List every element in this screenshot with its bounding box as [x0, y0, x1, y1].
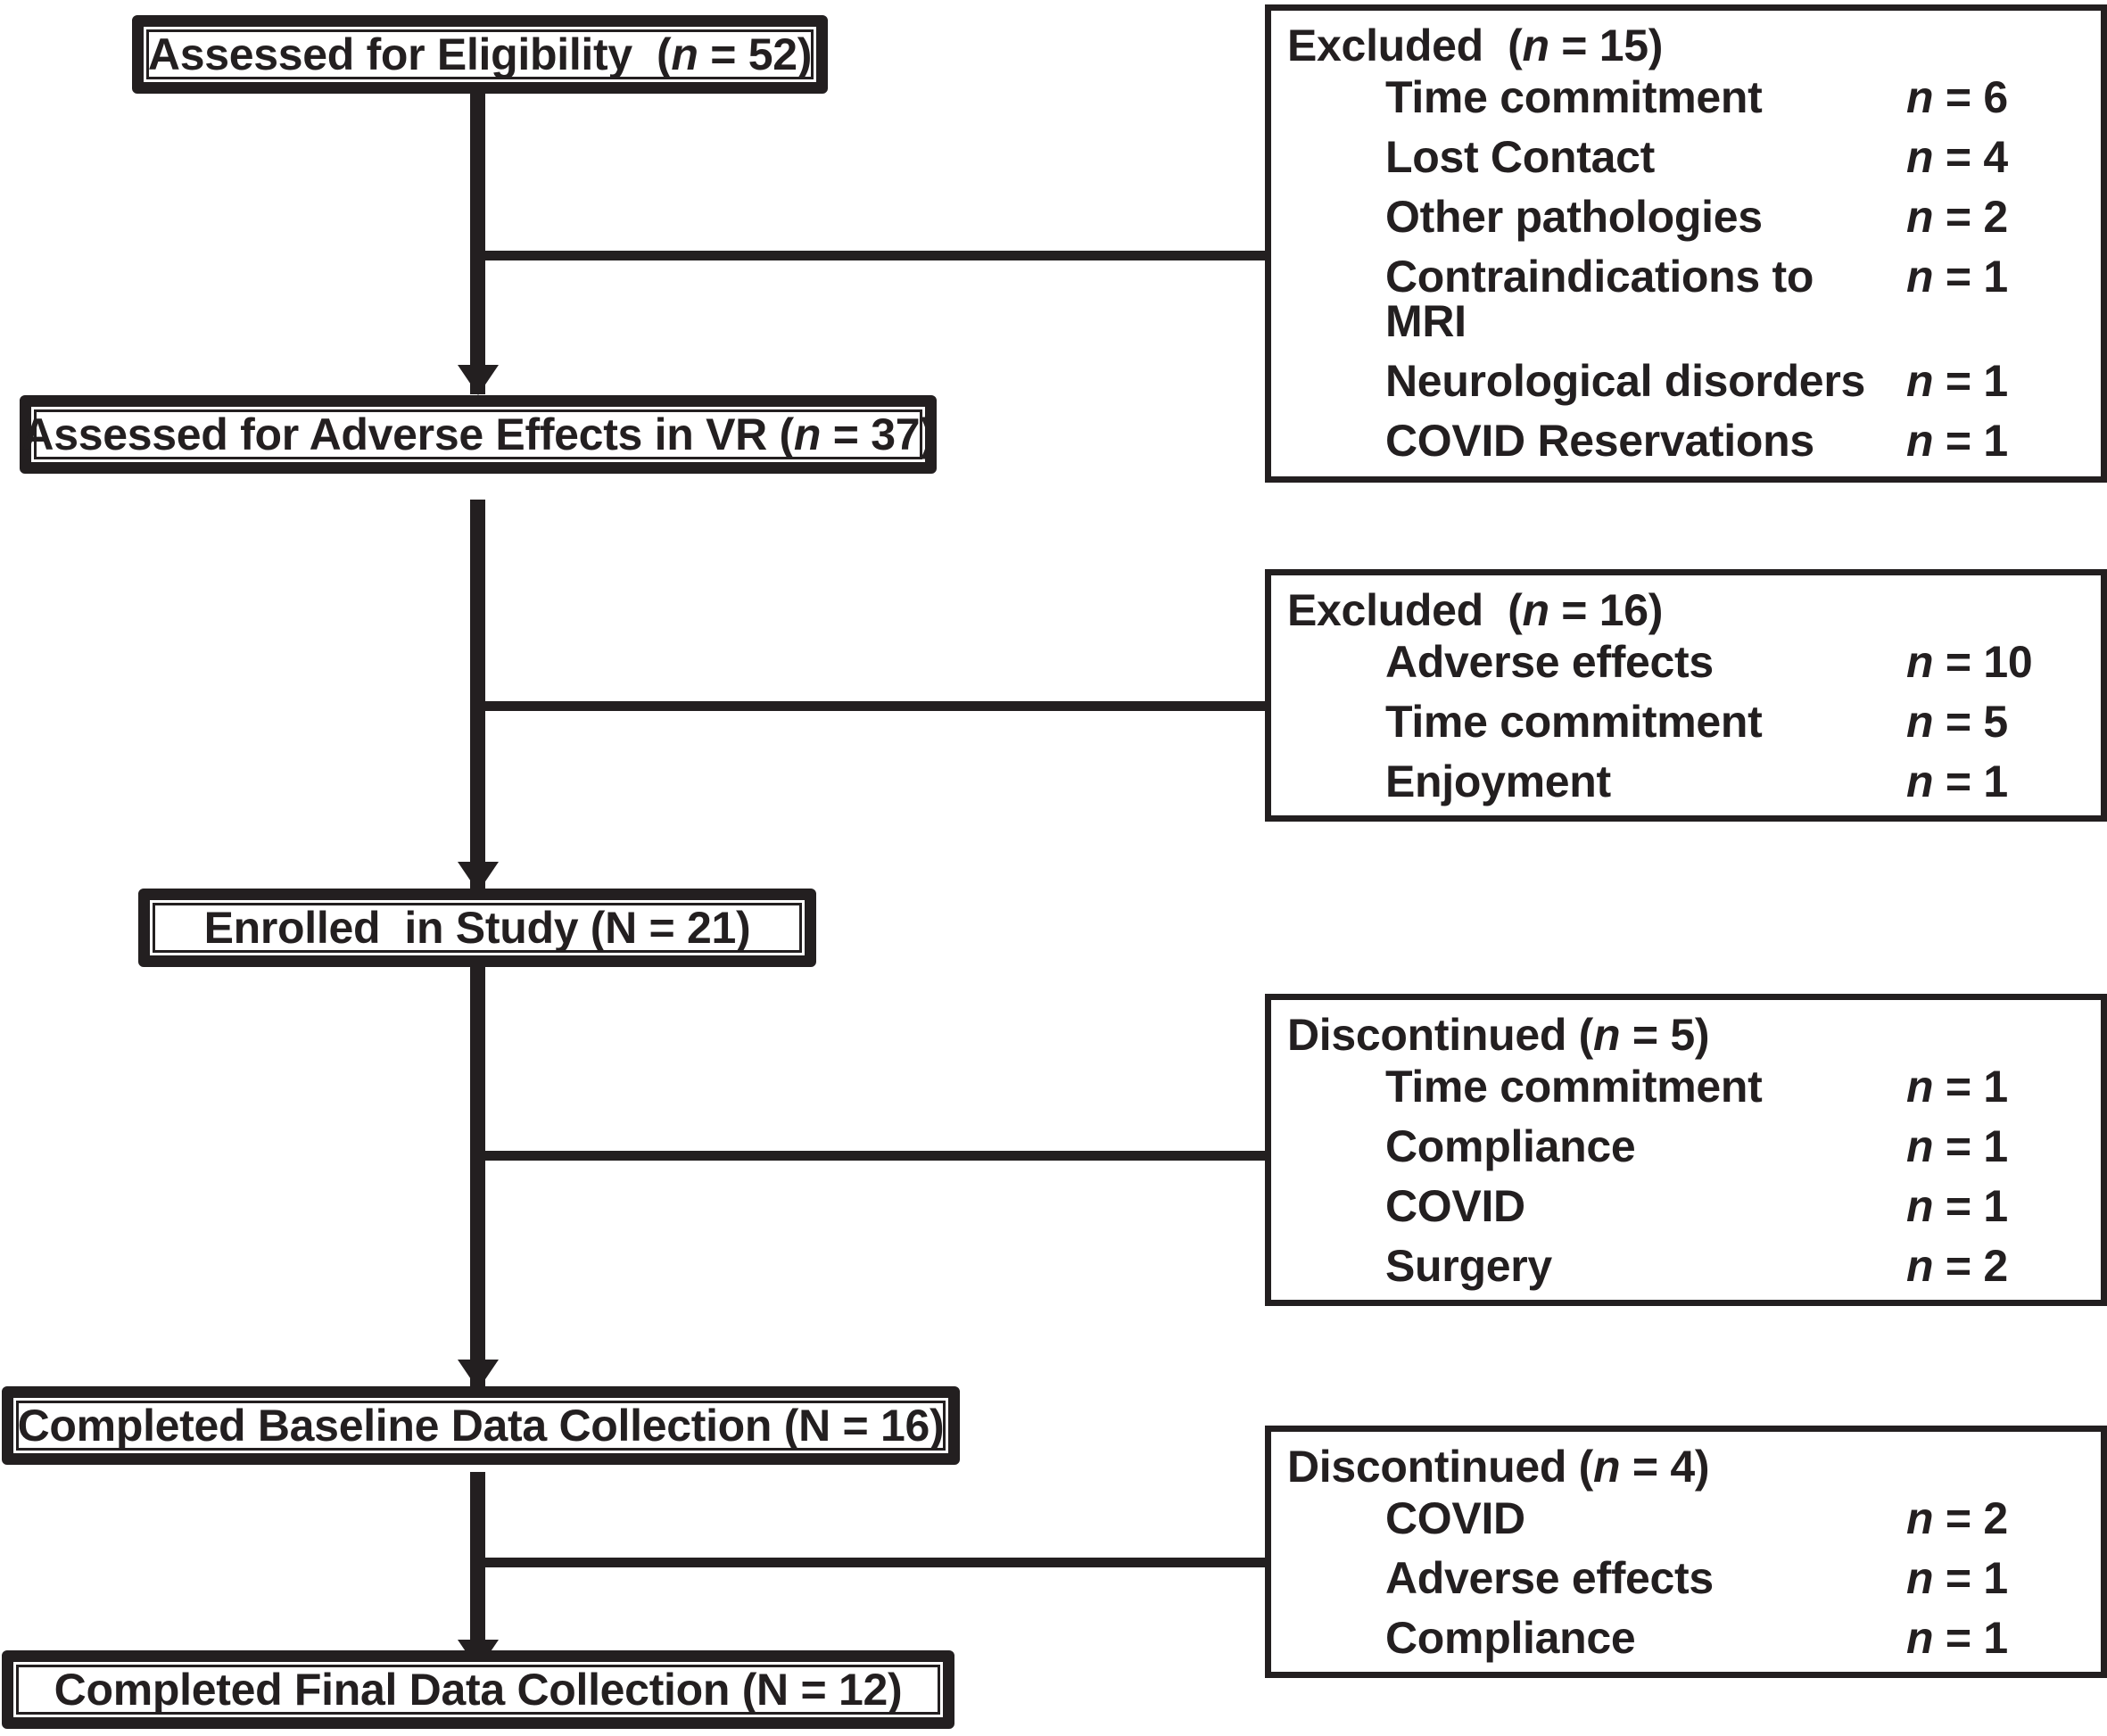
side-box-row: Time commitment n = 6: [1385, 75, 2076, 120]
flow-node-eligibility: Assessed for Eligibility (n = 52): [132, 15, 828, 94]
side-box-row: Time commitment n = 1: [1385, 1064, 2076, 1109]
flow-node-adverse-effects-vr: Assessed for Adverse Effects in VR (n = …: [20, 395, 937, 474]
flow-node-label: Completed Baseline Data Collection (N = …: [17, 1401, 945, 1451]
side-row-count: n = 2: [1906, 192, 2008, 242]
side-box-row: Adverse effects n = 10: [1385, 640, 2076, 684]
side-box-discontinued-4: Discontinued (n = 4) COVID n = 2 Adverse…: [1265, 1426, 2107, 1678]
arrowhead-2: [458, 862, 499, 892]
flow-node-label: Completed Final Data Collection (N = 12): [54, 1665, 903, 1715]
side-row-reason: Lost Contact: [1385, 132, 1655, 182]
side-box-row: Compliance n = 1: [1385, 1124, 2076, 1169]
side-box-heading: Excluded (n = 15): [1287, 21, 1664, 70]
side-row-count: n = 4: [1906, 132, 2008, 182]
side-row-count: n = 1: [1906, 1062, 2008, 1112]
side-row-reason: Adverse effects: [1385, 637, 1714, 687]
flow-node-label: Enrolled in Study (N = 21): [203, 903, 751, 953]
side-row-count: n = 1: [1906, 252, 2008, 302]
connector-branch-discontinued-5: [477, 1151, 1271, 1161]
side-row-reason: Enjoyment: [1385, 756, 1611, 806]
side-row-count: n = 2: [1906, 1241, 2008, 1291]
side-row-reason: Time commitment: [1385, 697, 1763, 747]
flow-node-final: Completed Final Data Collection (N = 12): [2, 1650, 954, 1729]
side-box-excluded-16: Excluded (n = 16) Adverse effects n = 10…: [1265, 569, 2107, 822]
side-box-rows: COVID n = 2 Adverse effects n = 1 Compli…: [1385, 1496, 2076, 1675]
arrowhead-1: [458, 365, 499, 395]
side-row-reason: Other pathologies: [1385, 192, 1763, 242]
flow-node-baseline: Completed Baseline Data Collection (N = …: [2, 1386, 960, 1465]
arrowhead-3: [458, 1360, 499, 1390]
side-row-count: n = 5: [1906, 697, 2008, 747]
side-box-rows: Time commitment n = 1 Compliance n = 1 C…: [1385, 1064, 2076, 1303]
side-row-reason: Compliance: [1385, 1121, 1636, 1171]
side-row-reason: Time commitment: [1385, 72, 1763, 122]
side-row-count: n = 1: [1906, 416, 2008, 466]
side-box-row: COVID n = 2: [1385, 1496, 2076, 1541]
side-box-heading: Excluded (n = 16): [1287, 585, 1664, 635]
side-row-count: n = 1: [1906, 1181, 2008, 1231]
side-row-reason: COVID: [1385, 1181, 1525, 1231]
side-box-discontinued-5: Discontinued (n = 5) Time commitment n =…: [1265, 994, 2107, 1306]
side-row-reason: Surgery: [1385, 1241, 1552, 1291]
connector-trunk-1: [470, 80, 485, 394]
side-row-reason: Compliance: [1385, 1613, 1636, 1663]
side-box-row: Time commitment n = 5: [1385, 699, 2076, 744]
side-box-excluded-15: Excluded (n = 15) Time commitment n = 6 …: [1265, 4, 2107, 483]
side-row-count: n = 1: [1906, 1613, 2008, 1663]
side-row-reason: COVID: [1385, 1493, 1525, 1543]
side-row-count: n = 1: [1906, 1121, 2008, 1171]
side-box-rows: Time commitment n = 6 Lost Contact n = 4…: [1385, 75, 2076, 478]
connector-trunk-2: [470, 500, 485, 892]
side-box-heading: Discontinued (n = 5): [1287, 1010, 1710, 1060]
side-row-count: n = 1: [1906, 1553, 2008, 1603]
side-row-count: n = 6: [1906, 72, 2008, 122]
side-row-reason: Time commitment: [1385, 1062, 1763, 1112]
flow-node-label: Assessed for Eligibility (n = 52): [147, 29, 813, 79]
side-row-count: n = 1: [1906, 356, 2008, 406]
side-box-row: Lost Contact n = 4: [1385, 135, 2076, 179]
side-row-reason: COVID Reservations: [1385, 416, 1814, 466]
side-box-row: COVID n = 1: [1385, 1184, 2076, 1228]
side-box-row: Neurological disorders n = 1: [1385, 359, 2076, 403]
side-box-row: Contraindications to MRI n = 1: [1385, 254, 2076, 343]
side-box-rows: Adverse effects n = 10 Time commitment n…: [1385, 640, 2076, 819]
connector-trunk-3: [470, 963, 485, 1390]
side-box-row: COVID Reservations n = 1: [1385, 418, 2076, 463]
side-box-row: Adverse effects n = 1: [1385, 1556, 2076, 1600]
side-row-count: n = 1: [1906, 756, 2008, 806]
connector-branch-excluded-15: [477, 251, 1271, 260]
side-row-count: n = 2: [1906, 1493, 2008, 1543]
flow-node-enrolled: Enrolled in Study (N = 21): [138, 889, 816, 967]
side-box-row: Compliance n = 1: [1385, 1616, 2076, 1660]
side-box-row: Other pathologies n = 2: [1385, 194, 2076, 239]
flow-node-label: Assessed for Adverse Effects in VR (n = …: [21, 409, 935, 459]
side-row-reason: Contraindications to MRI: [1385, 252, 1814, 346]
side-row-count: n = 10: [1906, 637, 2033, 687]
side-box-row: Surgery n = 2: [1385, 1244, 2076, 1288]
connector-branch-discontinued-4: [477, 1558, 1271, 1567]
side-row-reason: Neurological disorders: [1385, 356, 1865, 406]
side-box-heading: Discontinued (n = 4): [1287, 1442, 1710, 1492]
consort-flow-diagram: Assessed for Eligibility (n = 52) Assess…: [0, 0, 2107, 1736]
side-box-row: Enjoyment n = 1: [1385, 759, 2076, 804]
connector-branch-excluded-16: [477, 701, 1271, 711]
side-row-reason: Adverse effects: [1385, 1553, 1714, 1603]
